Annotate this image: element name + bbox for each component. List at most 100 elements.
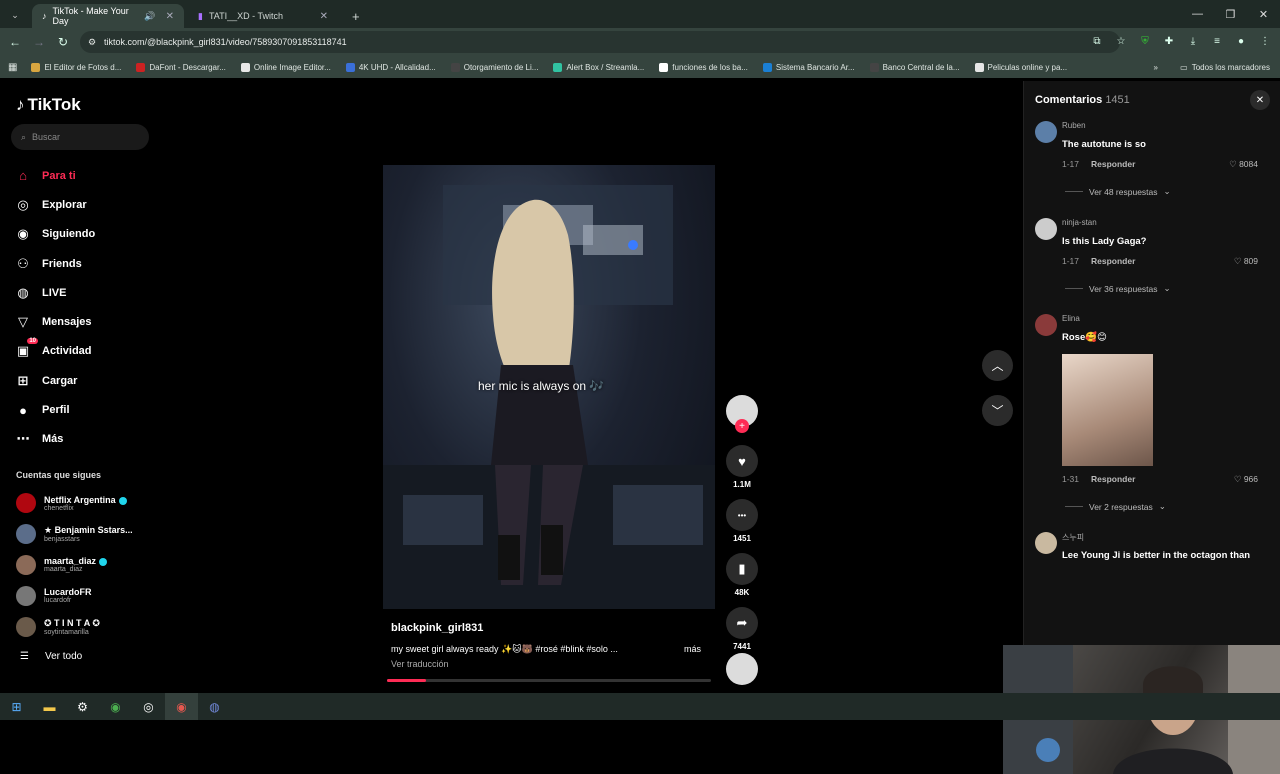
bookmark-item[interactable]: DaFont - Descargar...	[136, 62, 226, 72]
bookmark-item[interactable]: Banco Central de la...	[869, 62, 960, 72]
following-item[interactable]: maarta_diaz maarta_diaz	[16, 550, 133, 581]
bookmark-item[interactable]: Alert Box / Streamla...	[553, 62, 644, 72]
comment-user[interactable]: Elina	[1062, 314, 1080, 323]
translate-button[interactable]: Ver traducción	[391, 659, 449, 669]
extensions-icon[interactable]: ✚	[1160, 32, 1178, 50]
view-replies-button[interactable]: Ver 48 respuestas ⌄	[1065, 186, 1171, 197]
cast-icon[interactable]: ⧉	[1088, 32, 1106, 50]
reply-button[interactable]: Responder	[1091, 474, 1135, 484]
apps-icon[interactable]: ▦	[8, 62, 17, 73]
close-window-icon[interactable]: ✕	[1247, 0, 1280, 28]
more-button[interactable]: más	[684, 644, 701, 655]
media-icon[interactable]: ≡	[1208, 32, 1226, 50]
bookmark-button[interactable]: ▮	[726, 553, 758, 585]
windows-start-icon[interactable]: ⊞	[0, 693, 33, 720]
comment-like-button[interactable]: ♡ 809	[1234, 256, 1258, 267]
comment-like-button[interactable]: ♡ 8084	[1229, 159, 1258, 170]
discord-icon[interactable]: ◍	[198, 693, 231, 720]
comment-avatar[interactable]	[1035, 532, 1057, 554]
download-icon[interactable]: ⤓	[1184, 32, 1202, 50]
bookmarks-folder[interactable]: ▭ Todos los marcadores	[1180, 63, 1270, 72]
reply-button[interactable]: Responder	[1091, 256, 1135, 266]
bookmark-item[interactable]: Peliculas online y pa...	[974, 62, 1067, 72]
sound-avatar[interactable]	[726, 653, 758, 685]
view-replies-button[interactable]: Ver 2 respuestas ⌄	[1065, 501, 1166, 512]
tab-search-icon[interactable]: ⌄	[4, 4, 26, 26]
sidebar-item-perfil[interactable]: ● Perfil	[14, 395, 95, 424]
sidebar-item-live[interactable]: ◍ LIVE	[14, 278, 95, 307]
bookmark-item[interactable]: 4K UHD - Allcalidad...	[345, 62, 436, 72]
comment-image[interactable]	[1062, 354, 1153, 466]
view-replies-button[interactable]: Ver 36 respuestas ⌄	[1065, 283, 1171, 294]
sidebar-item-más[interactable]: ⋯ Más	[14, 425, 95, 454]
see-all-button[interactable]: ☰ Ver todo	[20, 651, 82, 662]
comment-avatar[interactable]	[1035, 121, 1057, 143]
comment-like-button[interactable]: ♡ 966	[1234, 474, 1258, 485]
chrome-active-icon[interactable]: ◉	[165, 693, 198, 720]
heart-button[interactable]: ♥	[726, 445, 758, 477]
settings-icon[interactable]: ⚙	[66, 693, 99, 720]
following-item[interactable]: Netflix Argentina chenetflix	[16, 488, 133, 519]
next-video-button[interactable]: ﹀	[982, 395, 1013, 426]
author-avatar[interactable]: +	[726, 395, 758, 433]
bookmark-item[interactable]: Otorgamiento de Li...	[450, 62, 538, 72]
new-tab-button[interactable]: +	[342, 4, 370, 28]
minimize-icon[interactable]: —	[1181, 0, 1214, 28]
previous-video-button[interactable]: ︿	[982, 350, 1013, 381]
reload-icon[interactable]: ↻	[51, 30, 75, 54]
sidebar-item-explorar[interactable]: ◎ Explorar	[14, 190, 95, 219]
close-tab-icon[interactable]: ✕	[166, 11, 174, 22]
comment-user[interactable]: 스누피	[1062, 532, 1084, 543]
bookmark-label: DaFont - Descargar...	[149, 62, 226, 72]
bookmark-item[interactable]: Online Image Editor...	[240, 62, 331, 72]
following-item[interactable]: ✪ T I N T A ✪ soytintamarilla	[16, 611, 133, 642]
search-placeholder: Buscar	[32, 132, 61, 142]
shield-icon[interactable]: ⛨	[1136, 32, 1154, 50]
following-item[interactable]: ★ Benjamin Sstars... benjasstars	[16, 519, 133, 550]
video-progress-bar[interactable]	[387, 679, 711, 682]
site-info-icon[interactable]: ⚙	[88, 37, 96, 48]
bookmark-item[interactable]: El Editor de Fotos d...	[31, 62, 121, 72]
sidebar-item-para-ti[interactable]: ⌂ Para ti	[14, 161, 95, 190]
bookmark-item[interactable]: Sistema Bancario Ar...	[762, 62, 855, 72]
video-player[interactable]: her mic is always on 🎶	[383, 165, 715, 609]
close-comments-button[interactable]: ✕	[1250, 90, 1270, 110]
tiktok-logo[interactable]: ♪ TikTok	[16, 95, 81, 115]
share-button[interactable]: ➦	[726, 607, 758, 639]
comment-avatar[interactable]	[1035, 218, 1057, 240]
bookmark-item[interactable]: funciones de los ba...	[659, 62, 748, 72]
bookmark-label: Online Image Editor...	[253, 62, 331, 72]
reply-button[interactable]: Responder	[1091, 159, 1135, 169]
tab-twitch[interactable]: ▮ TATI__XD - Twitch ✕	[188, 4, 338, 28]
back-icon[interactable]: ←	[3, 30, 27, 54]
sidebar-item-mensajes[interactable]: ▽ Mensajes	[14, 307, 95, 336]
audio-icon[interactable]: 🔊	[144, 11, 155, 22]
sidebar-item-actividad[interactable]: ▣ 10 Actividad	[14, 337, 95, 366]
video-author[interactable]: blackpink_girl831	[391, 618, 483, 636]
comment-avatar[interactable]	[1035, 314, 1057, 336]
following-item[interactable]: LucardoFR lucardofr	[16, 580, 133, 611]
forward-icon[interactable]: →	[27, 30, 51, 54]
search-input[interactable]: ⌕ Buscar	[11, 124, 149, 150]
restore-icon[interactable]: ❐	[1214, 0, 1247, 28]
tab-tiktok[interactable]: ♪ TikTok - Make Your Day 🔊 ✕	[32, 4, 184, 28]
sidebar-item-siguiendo[interactable]: ◉ Siguiendo	[14, 220, 95, 249]
file-explorer-icon[interactable]: ▬	[33, 693, 66, 720]
upload-icon: ⊞	[17, 372, 29, 388]
url-bar[interactable]: ⚙ tiktok.com/@blackpink_girl831/video/75…	[80, 31, 1120, 53]
chrome-icon[interactable]: ◉	[99, 693, 132, 720]
sidebar-item-friends[interactable]: ⚇ Friends	[14, 249, 95, 278]
sidebar-item-cargar[interactable]: ⊞ Cargar	[14, 366, 95, 395]
follow-plus-icon[interactable]: +	[735, 419, 749, 433]
menu-icon[interactable]: ⋮	[1256, 32, 1274, 50]
star-icon[interactable]: ☆	[1112, 32, 1130, 50]
comment-user[interactable]: Ruben	[1062, 121, 1086, 130]
more-bookmarks-icon[interactable]: »	[1154, 63, 1158, 72]
close-tab-icon[interactable]: ✕	[320, 11, 328, 22]
app-icon[interactable]: ◎	[132, 693, 165, 720]
following-handle: maarta_diaz	[44, 566, 83, 574]
comment-user[interactable]: ninja-stan	[1062, 218, 1097, 227]
profile-avatar-icon[interactable]: ●	[1232, 32, 1250, 50]
comment-button[interactable]: •••	[726, 499, 758, 531]
sidebar-item-label: Siguiendo	[42, 228, 96, 241]
